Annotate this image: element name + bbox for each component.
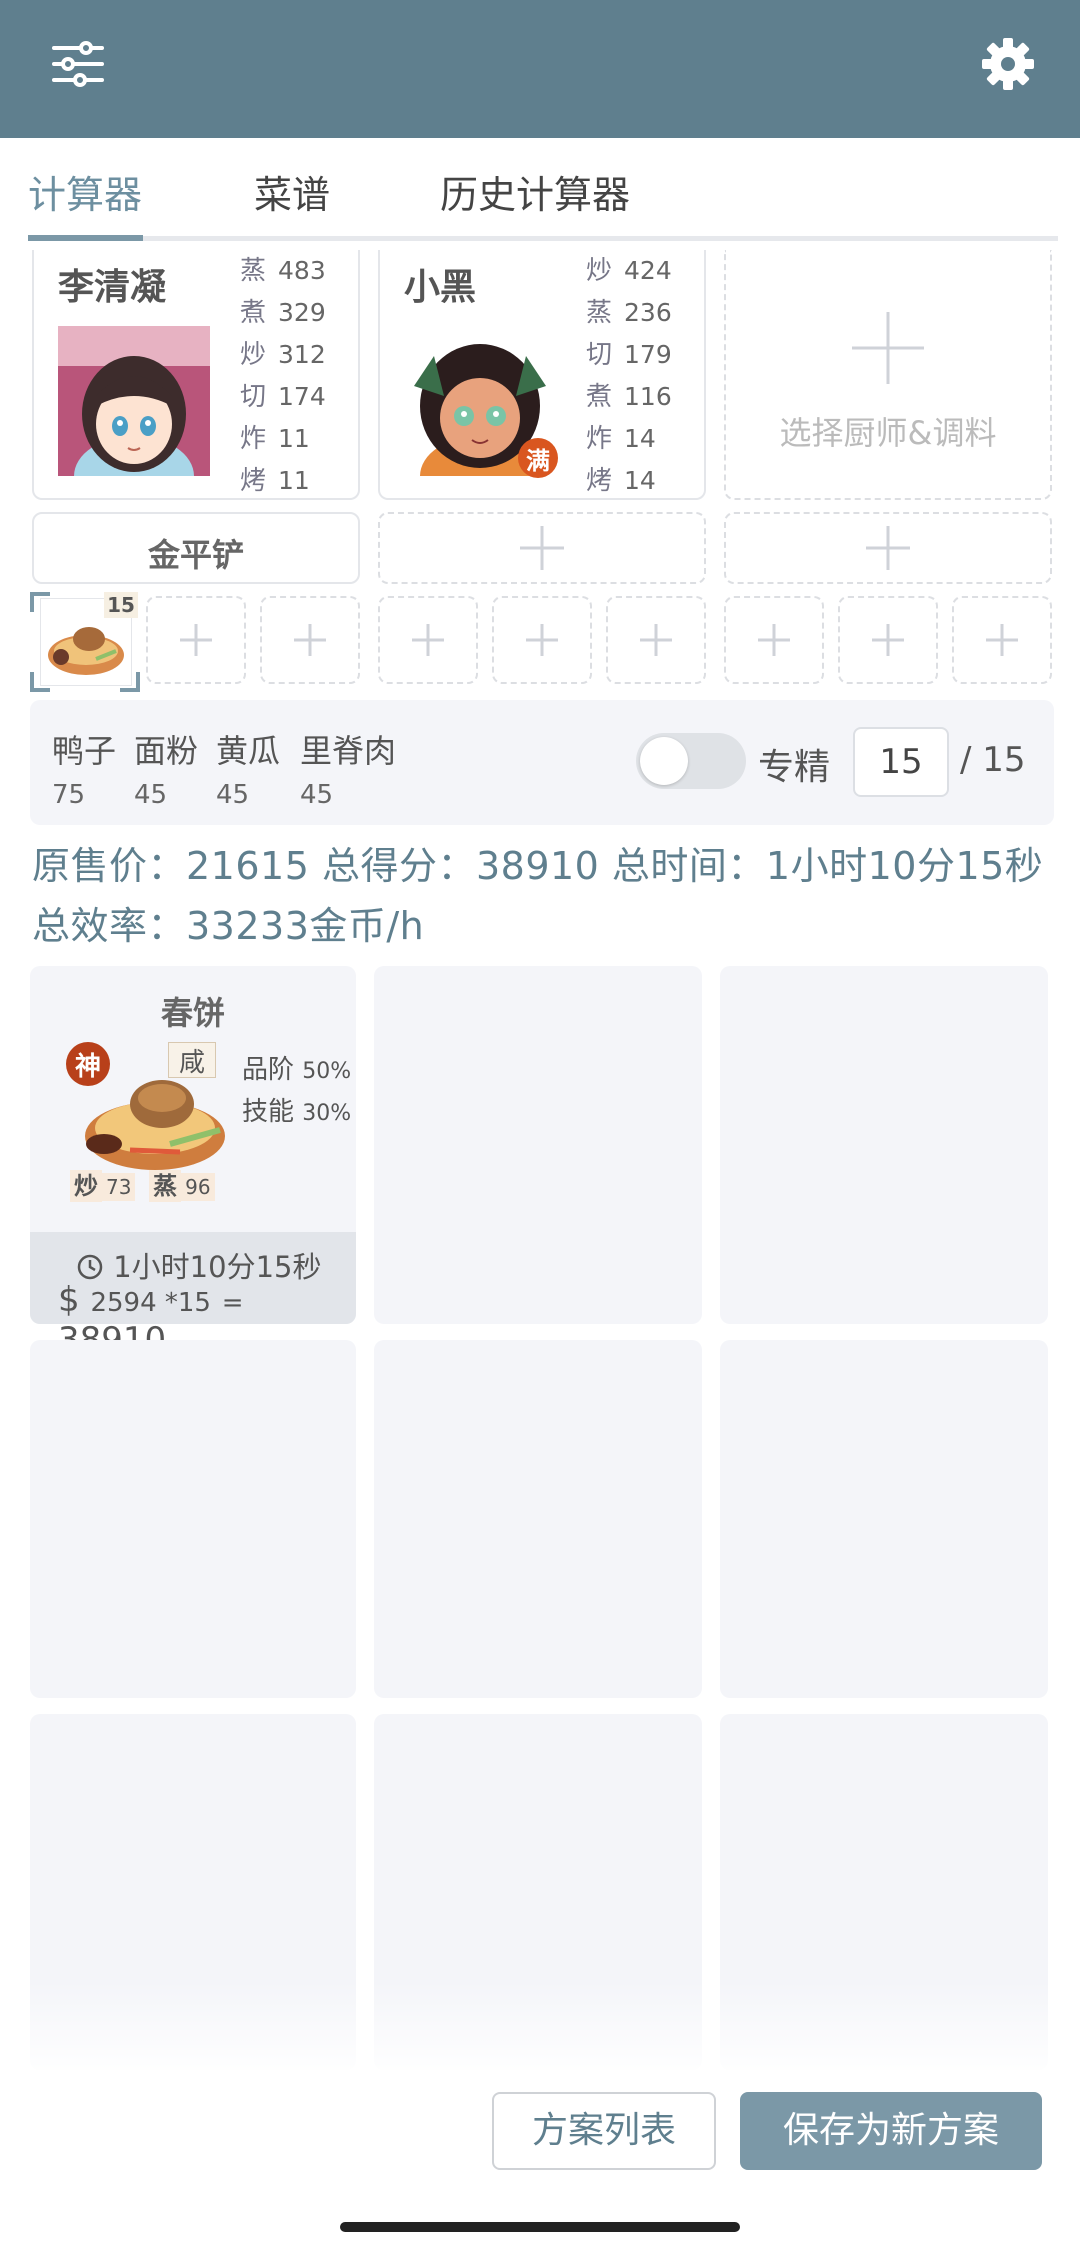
plan-list-button[interactable]: 方案列表 <box>492 2092 716 2170</box>
skill-row: 煮 329 <box>240 298 326 328</box>
rarity-badge: 神 <box>66 1042 110 1086</box>
skill-row: 蒸 236 <box>586 298 672 328</box>
ingredient-item: 鸭子 75 <box>52 732 117 810</box>
sliders-icon[interactable] <box>50 36 106 92</box>
recipe-result-card[interactable]: 春饼 神 咸 品阶 50% 技能 30% 炒 73 蒸 96 1小时10分15秒 $ <box>30 966 356 1360</box>
result-slot-empty[interactable] <box>720 1340 1048 1698</box>
bonus-row: 品阶 50% <box>242 1055 352 1085</box>
ingredient-item: 黄瓜 45 <box>216 732 281 810</box>
recipe-slot-8[interactable] <box>838 596 938 684</box>
chef-card-2[interactable]: 小黑 满 炒 424 蒸 236 切 179 煮 116 炸 14 烤 14 <box>378 250 706 500</box>
chef-name: 小黑 <box>404 267 477 308</box>
skill-row: 炒 312 <box>240 340 326 370</box>
result-slot-empty[interactable] <box>30 1340 356 1698</box>
home-indicator[interactable] <box>340 2222 740 2232</box>
plus-icon <box>866 526 910 570</box>
tab-calculator[interactable]: 计算器 <box>28 164 142 219</box>
plus-icon <box>180 624 212 656</box>
chef-skill-list: 炒 424 蒸 236 切 179 煮 116 炸 14 烤 14 <box>586 250 672 502</box>
recipe-slot-6[interactable] <box>606 596 706 684</box>
save-new-plan-button[interactable]: 保存为新方案 <box>740 2092 1042 2170</box>
equipment-slot-3[interactable] <box>724 512 1052 584</box>
recipe-count-badge: 15 <box>104 592 138 618</box>
skill-row: 煮 116 <box>586 382 672 412</box>
skill-row: 烤 14 <box>586 466 656 496</box>
recipe-bonus-list: 品阶 50% 技能 30% <box>242 1050 351 1134</box>
tab-recipes[interactable]: 菜谱 <box>254 164 330 219</box>
plus-icon <box>986 624 1018 656</box>
req-skill: 蒸 <box>149 1170 182 1202</box>
summary-text: 原售价：21615 总得分：38910 总时间：1小时10分15秒 总效率：33… <box>32 844 1044 948</box>
bottom-fade <box>0 1980 1080 2080</box>
plus-icon <box>526 624 558 656</box>
count-max: / 15 <box>960 740 1026 780</box>
equipment-slot-2[interactable] <box>378 512 706 584</box>
tab-history-calculator[interactable]: 历史计算器 <box>440 164 630 219</box>
ingredient-item: 面粉 45 <box>134 732 199 810</box>
ingredients-panel: 鸭子 75 面粉 45 黄瓜 45 里脊肉 45 专精 15 / 15 <box>30 700 1054 825</box>
recipe-slot-2[interactable] <box>146 596 246 684</box>
plus-icon <box>852 312 924 384</box>
plus-icon <box>872 624 904 656</box>
recipe-requirements: 炒 73 蒸 96 <box>70 1166 215 1202</box>
plus-icon <box>294 624 326 656</box>
recipe-name: 春饼 <box>160 994 225 1032</box>
result-slot-empty[interactable] <box>374 1340 702 1698</box>
recipe-slot-3[interactable] <box>260 596 360 684</box>
equipment-name: 金平铲 <box>147 536 244 574</box>
recipe-slot-5[interactable] <box>492 596 592 684</box>
select-chef-label: 选择厨师&调料 <box>779 414 997 452</box>
count-input[interactable]: 15 <box>853 727 949 797</box>
skill-row: 切 179 <box>586 340 672 370</box>
recipe-result-footer: 1小时10分15秒 $ 2594 *15 = 38910 <box>30 1232 356 1360</box>
specialize-label: 专精 <box>758 747 831 788</box>
chef-slot-empty[interactable]: 选择厨师&调料 <box>724 250 1052 500</box>
chef-avatar <box>58 326 210 476</box>
bonus-row: 技能 30% <box>242 1097 352 1127</box>
chef-name: 李清凝 <box>58 267 167 308</box>
dollar-icon: $ <box>58 1280 80 1320</box>
chef-card-1[interactable]: 李清凝 蒸 483 煮 329 炒 312 切 174 炸 11 烤 11 <box>32 250 360 500</box>
specialize-toggle[interactable] <box>636 733 746 789</box>
skill-row: 切 174 <box>240 382 326 412</box>
req-skill: 炒 <box>70 1170 102 1202</box>
equipment-slot-1[interactable]: 金平铲 <box>32 512 360 584</box>
plus-icon <box>758 624 790 656</box>
result-slot-empty[interactable] <box>374 966 702 1324</box>
recipe-slot-9[interactable] <box>952 596 1052 684</box>
plus-icon <box>640 624 672 656</box>
plus-icon <box>412 624 444 656</box>
tab-active-indicator <box>28 235 143 241</box>
ingredient-item: 里脊肉 45 <box>300 732 397 810</box>
skill-row: 炒 424 <box>586 256 672 286</box>
skill-row: 炸 14 <box>586 424 656 454</box>
tab-divider <box>28 236 1058 241</box>
skill-row: 炸 11 <box>240 424 310 454</box>
result-slot-empty[interactable] <box>720 966 1048 1324</box>
clock-icon <box>77 1254 103 1280</box>
skill-row: 烤 11 <box>240 466 310 496</box>
toggle-knob <box>640 737 688 785</box>
chef-skill-list: 蒸 483 煮 329 炒 312 切 174 炸 11 烤 11 <box>240 250 326 502</box>
plus-icon <box>520 526 564 570</box>
gear-icon[interactable] <box>978 34 1038 94</box>
app-bar <box>0 0 1080 138</box>
recipe-slot-7[interactable] <box>724 596 824 684</box>
chef-max-badge: 满 <box>518 438 558 478</box>
taste-badge: 咸 <box>168 1042 216 1078</box>
recipe-slot-4[interactable] <box>378 596 478 684</box>
recipe-slot-1[interactable]: 15 <box>30 592 140 692</box>
skill-row: 蒸 483 <box>240 256 326 286</box>
tab-bar: 计算器 菜谱 历史计算器 <box>28 140 1058 241</box>
